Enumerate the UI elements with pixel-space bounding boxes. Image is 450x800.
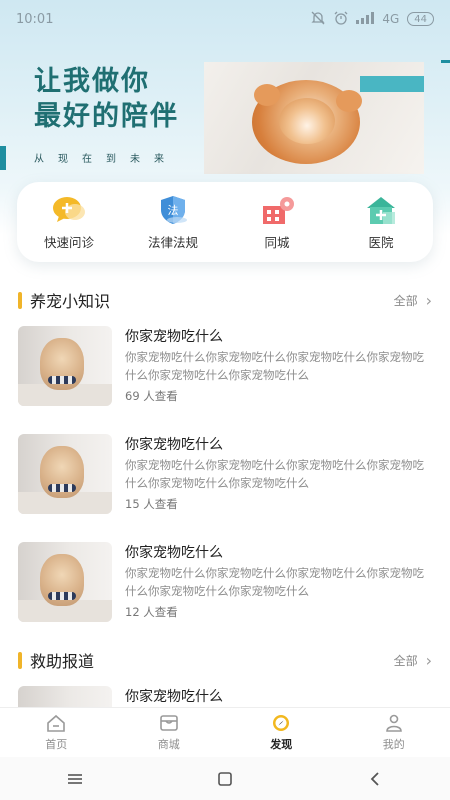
article-thumbnail xyxy=(18,686,112,707)
tab-label: 发现 xyxy=(270,737,293,751)
cat-paw-left xyxy=(254,84,280,106)
hero-cat-image xyxy=(204,62,424,174)
article-item[interactable]: 你家宠物吃什么 你家宠物吃什么你家宠物吃什么你家宠物吃什么你家宠物吃什么你家宠物… xyxy=(18,326,432,410)
rescue-article-item[interactable]: 你家宠物吃什么 xyxy=(18,686,432,707)
section-header-knowledge: 养宠小知识 全部 › xyxy=(0,288,450,312)
article-item[interactable]: 你家宠物吃什么 你家宠物吃什么你家宠物吃什么你家宠物吃什么你家宠物吃什么你家宠物… xyxy=(18,542,432,626)
battery-level: 44 xyxy=(414,13,427,25)
menu-quick-consult[interactable]: 快速问诊 xyxy=(24,194,114,251)
home-nav-button[interactable] xyxy=(205,764,245,794)
section-title: 养宠小知识 xyxy=(18,288,110,312)
menu-nav-button[interactable] xyxy=(55,764,95,794)
status-time: 10:01 xyxy=(16,11,54,27)
section-title: 救助报道 xyxy=(18,648,94,672)
see-all-label: 全部 xyxy=(393,653,418,668)
city-location-icon xyxy=(259,194,295,226)
cat-paw-right xyxy=(336,90,362,112)
tab-label: 商城 xyxy=(157,737,180,751)
article-description: 你家宠物吃什么你家宠物吃什么你家宠物吃什么你家宠物吃什么你家宠物吃什么你家宠物吃… xyxy=(125,350,424,382)
tab-store[interactable]: 商城 xyxy=(129,714,209,752)
article-thumbnail xyxy=(18,542,112,622)
law-badge: 法 xyxy=(168,203,179,217)
status-icons: 4G 44 xyxy=(310,11,434,28)
cat-head xyxy=(279,98,335,144)
back-icon xyxy=(370,771,379,786)
store-icon xyxy=(159,714,179,732)
person-icon xyxy=(384,714,404,732)
see-all-label: 全部 xyxy=(393,293,418,308)
status-bar: 10:01 4G 44 xyxy=(0,0,450,38)
section-header-rescue: 救助报道 全部 › xyxy=(0,648,450,672)
menu-label: 医院 xyxy=(368,234,394,250)
back-nav-button[interactable] xyxy=(355,764,395,794)
chevron-right-icon: › xyxy=(425,290,432,310)
tab-home[interactable]: 首页 xyxy=(16,714,96,752)
see-all-link[interactable]: 全部 › xyxy=(394,651,432,670)
hospital-icon xyxy=(363,194,399,226)
network-type: 4G xyxy=(382,12,400,26)
article-item[interactable]: 你家宠物吃什么 你家宠物吃什么你家宠物吃什么你家宠物吃什么你家宠物吃什么你家宠物… xyxy=(18,434,432,518)
hero-line-1: 让我做你 xyxy=(34,66,150,97)
tab-label: 我的 xyxy=(382,737,405,751)
hero-tagline: 从现在到未来 xyxy=(34,154,178,165)
article-description: 你家宠物吃什么你家宠物吃什么你家宠物吃什么你家宠物吃什么你家宠物吃什么你家宠物吃… xyxy=(125,458,424,490)
article-title: 你家宠物吃什么 xyxy=(125,689,223,705)
hero-headline: 让我做你 最好的陪伴 xyxy=(34,64,179,134)
menu-hospital[interactable]: 医院 xyxy=(336,194,426,251)
section-accent-bar xyxy=(18,291,22,309)
hero-line-2: 最好的陪伴 xyxy=(34,101,179,132)
system-nav-bar xyxy=(0,757,450,800)
hero-accent-bar xyxy=(0,146,6,170)
tab-discover[interactable]: 发现 xyxy=(241,714,321,752)
article-views: 12 人查看 xyxy=(125,605,178,619)
article-thumbnail xyxy=(18,434,112,514)
compass-icon xyxy=(271,714,291,732)
see-all-link[interactable]: 全部 › xyxy=(394,291,432,310)
menu-label: 法律法规 xyxy=(147,234,198,250)
square-icon xyxy=(218,771,232,786)
article-title: 你家宠物吃什么 xyxy=(125,329,223,345)
menu-law[interactable]: 法 法律法规 xyxy=(128,194,218,251)
article-title: 你家宠物吃什么 xyxy=(125,437,223,453)
menu-label: 同城 xyxy=(264,234,290,250)
chevron-right-icon: › xyxy=(425,650,432,670)
section-accent-bar xyxy=(18,651,22,669)
chat-plus-icon xyxy=(51,194,87,226)
battery-icon: 44 xyxy=(407,12,434,26)
tab-mine[interactable]: 我的 xyxy=(354,714,434,752)
menu-city[interactable]: 同城 xyxy=(232,194,322,251)
article-thumbnail xyxy=(18,326,112,406)
section-title-text: 救助报道 xyxy=(30,652,95,671)
menu-label: 快速问诊 xyxy=(43,234,94,250)
article-title: 你家宠物吃什么 xyxy=(125,545,223,561)
bottom-tab-bar: 首页 商城 发现 我的 xyxy=(0,707,450,757)
section-title-text: 养宠小知识 xyxy=(30,292,111,311)
hero-accent-mark xyxy=(441,60,450,63)
tab-label: 首页 xyxy=(45,737,68,751)
home-icon xyxy=(46,714,66,732)
article-views: 15 人查看 xyxy=(125,497,178,511)
alarm-icon xyxy=(334,11,348,28)
menu-icon xyxy=(68,773,82,784)
mute-bell-icon xyxy=(310,11,326,28)
article-description: 你家宠物吃什么你家宠物吃什么你家宠物吃什么你家宠物吃什么你家宠物吃什么你家宠物吃… xyxy=(125,566,424,598)
hero-image-ribbon xyxy=(360,76,424,92)
quick-menu: 快速问诊 法 法律法规 同城 医院 xyxy=(17,182,433,262)
article-views: 69 人查看 xyxy=(125,389,178,403)
signal-icon xyxy=(356,11,375,27)
law-shield-icon: 法 xyxy=(155,194,191,226)
